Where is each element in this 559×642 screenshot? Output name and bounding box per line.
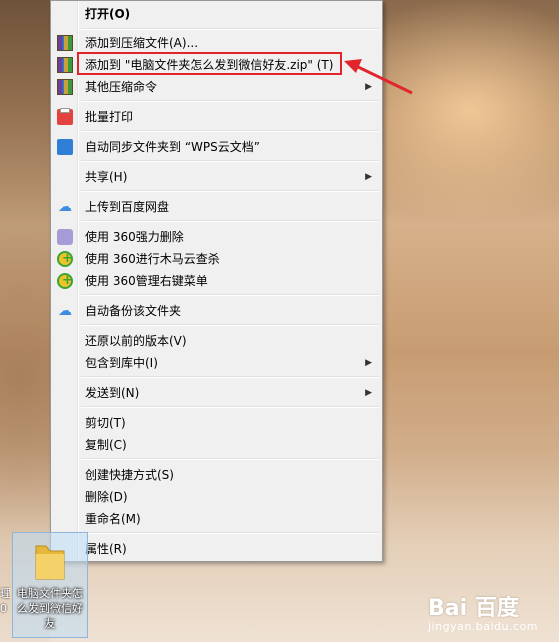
- menu-item-label: 还原以前的版本(V): [85, 334, 187, 348]
- menu-separator: [81, 376, 379, 378]
- 360-icon: [57, 251, 73, 267]
- menu-item-label: 使用 360强力删除: [85, 230, 184, 244]
- menu-item-label: 共享(H): [85, 170, 128, 184]
- watermark-url: jingyan.baidu.com: [428, 620, 539, 633]
- menu-item-label: 使用 360进行木马云查杀: [85, 252, 220, 266]
- menu-separator: [81, 130, 379, 132]
- menu-separator: [81, 324, 379, 326]
- menu-item-restore-versions[interactable]: 还原以前的版本(V): [54, 330, 379, 352]
- highlight-box: [77, 52, 342, 75]
- printer-icon: [57, 108, 73, 125]
- wps-sync-icon: [57, 139, 73, 155]
- menu-item-label: 剪切(T): [85, 416, 126, 430]
- menu-item-label: 删除(D): [85, 490, 128, 504]
- menu-separator: [81, 532, 379, 534]
- shredder-icon: [57, 229, 73, 245]
- menu-separator: [81, 28, 379, 30]
- menu-item-share[interactable]: 共享(H) ▶: [54, 166, 379, 188]
- menu-item-other-compress[interactable]: 其他压缩命令 ▶: [54, 76, 379, 98]
- menu-separator: [81, 190, 379, 192]
- submenu-arrow-icon: ▶: [365, 388, 372, 398]
- baidu-netdisk-icon: ☁: [58, 199, 72, 215]
- menu-item-wps-sync[interactable]: 自动同步文件夹到 “WPS云文档”: [54, 136, 379, 158]
- menu-item-label: 使用 360管理右键菜单: [85, 274, 208, 288]
- menu-item-properties[interactable]: 属性(R): [54, 538, 379, 560]
- menu-item-label: 打开(O): [85, 7, 131, 21]
- winrar-icon: [57, 35, 73, 51]
- menu-item-cut[interactable]: 剪切(T): [54, 412, 379, 434]
- menu-item-label: 上传到百度网盘: [85, 200, 170, 214]
- baidu-logo: Bai 百度: [428, 596, 519, 621]
- partial-desktop-label: 理 0: [0, 587, 10, 615]
- menu-item-open[interactable]: 打开(O): [54, 3, 379, 25]
- menu-item-label: 添加到压缩文件(A)...: [85, 36, 199, 50]
- menu-item-label: 批量打印: [85, 110, 134, 124]
- menu-item-label: 属性(R): [85, 542, 127, 556]
- folder-icon[interactable]: [30, 540, 70, 582]
- menu-item-add-to-archive[interactable]: 添加到压缩文件(A)...: [54, 32, 379, 54]
- submenu-arrow-icon: ▶: [365, 358, 372, 368]
- submenu-arrow-icon: ▶: [365, 172, 372, 182]
- menu-separator: [81, 220, 379, 222]
- menu-item-label: 发送到(N): [85, 386, 140, 400]
- menu-item-batch-print[interactable]: 批量打印: [54, 106, 379, 128]
- menu-separator: [81, 458, 379, 460]
- menu-item-auto-backup[interactable]: ☁ 自动备份该文件夹: [54, 300, 379, 322]
- menu-separator: [81, 406, 379, 408]
- menu-item-label: 重命名(M): [85, 512, 141, 526]
- menu-item-send-to[interactable]: 发送到(N) ▶: [54, 382, 379, 404]
- context-menu: 打开(O) 添加到压缩文件(A)... 添加到 "电脑文件夹怎么发到微信好友.z…: [50, 0, 383, 562]
- menu-item-copy[interactable]: 复制(C): [54, 434, 379, 456]
- menu-item-360-shred[interactable]: 使用 360强力删除: [54, 226, 379, 248]
- menu-item-label: 包含到库中(I): [85, 356, 158, 370]
- red-arrow-icon: [344, 59, 413, 95]
- menu-separator: [81, 294, 379, 296]
- folder-name-label: 电脑文件夹怎么发到微信好友: [17, 587, 83, 630]
- menu-item-include-library[interactable]: 包含到库中(I) ▶: [54, 352, 379, 374]
- baidu-netdisk-icon: ☁: [58, 303, 72, 319]
- menu-item-label: 复制(C): [85, 438, 127, 452]
- 360-icon: [57, 273, 73, 289]
- menu-item-label: 自动同步文件夹到 “WPS云文档”: [85, 140, 260, 154]
- menu-item-baidu-upload[interactable]: ☁ 上传到百度网盘: [54, 196, 379, 218]
- menu-item-rename[interactable]: 重命名(M): [54, 508, 379, 530]
- menu-item-label: 自动备份该文件夹: [85, 304, 182, 318]
- menu-item-label: 创建快捷方式(S): [85, 468, 174, 482]
- baidu-jingyan-watermark: Bai 百度 jingyan.baidu.com: [428, 590, 556, 638]
- winrar-icon: [57, 79, 73, 95]
- menu-separator: [81, 100, 379, 102]
- winrar-icon: [57, 57, 73, 73]
- menu-item-create-shortcut[interactable]: 创建快捷方式(S): [54, 464, 379, 486]
- menu-item-360-manage[interactable]: 使用 360管理右键菜单: [54, 270, 379, 292]
- menu-item-360-scan[interactable]: 使用 360进行木马云查杀: [54, 248, 379, 270]
- menu-item-delete[interactable]: 删除(D): [54, 486, 379, 508]
- menu-item-label: 其他压缩命令: [85, 80, 158, 94]
- menu-separator: [81, 160, 379, 162]
